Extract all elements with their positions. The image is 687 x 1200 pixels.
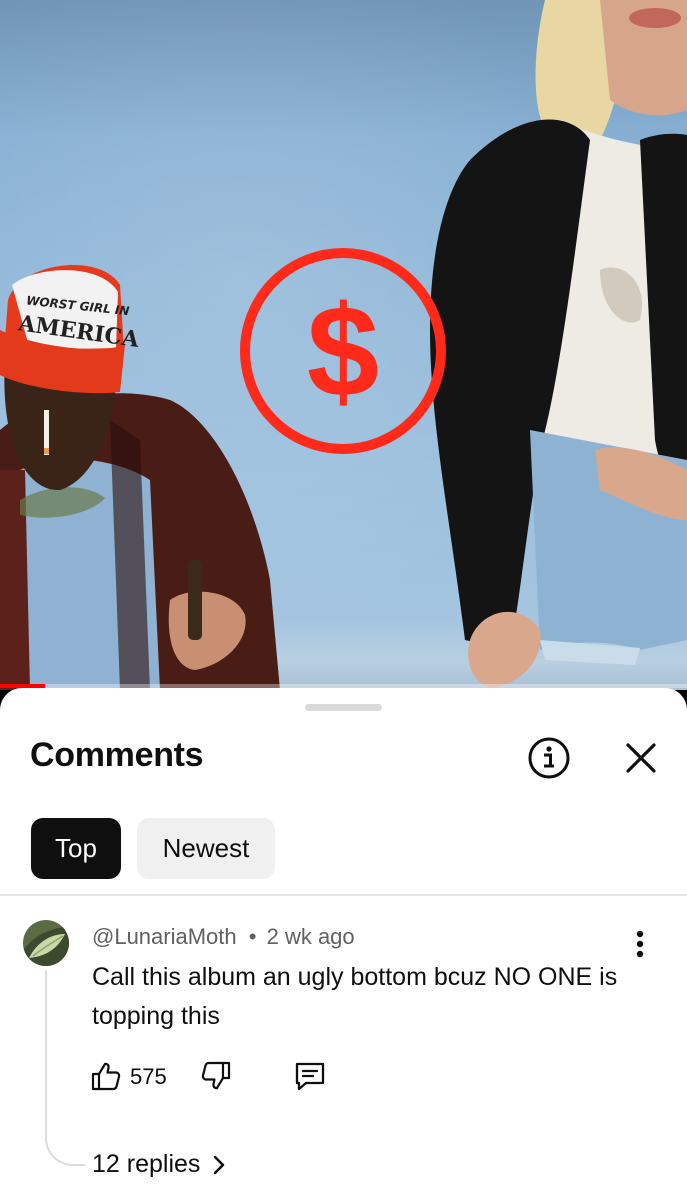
thread-line [45,970,85,1166]
sort-tab-top[interactable]: Top [31,818,121,879]
like-button[interactable] [90,1056,122,1096]
like-count: 575 [130,1064,167,1089]
comment-meta: @LunariaMoth • 2 wk ago [92,924,355,950]
comments-title: Comments [30,736,204,774]
replies-label: 12 replies [92,1150,201,1178]
divider [0,894,687,896]
comments-sheet: Comments Top Newest @LunariaMoth • 2 wk … [0,688,687,1200]
chevron-right-icon [214,1155,225,1174]
reply-button[interactable] [290,1056,330,1096]
video-player[interactable]: WORST GIRL IN AMERICA $ [0,0,687,690]
view-replies-button[interactable]: 12 replies [92,1150,226,1179]
info-button[interactable] [527,736,571,780]
close-button[interactable] [619,736,663,780]
avatar-image [23,920,69,966]
comment-time: 2 wk ago [266,924,355,949]
dollar-sign: $ [307,278,379,424]
thumbs-up-icon [91,1062,121,1091]
close-icon [626,743,656,773]
meta-separator: • [248,924,257,949]
avatar[interactable] [23,920,69,966]
sheet-drag-handle[interactable] [305,704,382,711]
thumbs-down-icon [201,1061,231,1090]
more-vertical-icon [636,930,644,958]
info-circle-icon [528,737,570,779]
dislike-button[interactable] [196,1056,236,1096]
comment-author[interactable]: @LunariaMoth [92,924,237,949]
comment-text: Call this album an ugly bottom bcuz NO O… [92,963,618,1030]
dollar-circle-icon: $ [240,248,446,454]
comment-reply-icon [295,1062,325,1091]
sort-tab-newest[interactable]: Newest [137,818,275,879]
